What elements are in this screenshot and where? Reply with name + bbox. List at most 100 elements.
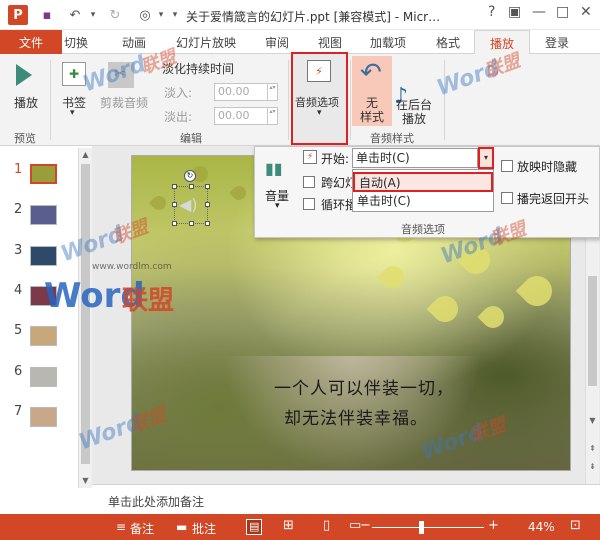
tab-playback[interactable]: 播放 [474,30,530,55]
bookmark-dropdown-icon[interactable]: ▾ [70,108,75,118]
ribbon-display-icon[interactable]: ▣ [508,4,521,20]
speaker-icon: ◀) [179,195,198,214]
scroll-down-icon[interactable]: ▼ [586,414,599,427]
resize-handle[interactable] [205,202,210,207]
undo-icon[interactable]: ↶ [66,6,84,24]
slide-leaf [377,261,409,293]
fade-duration-title: 淡化持续时间 [162,62,235,76]
save-icon[interactable]: ▪ [38,6,56,24]
ribbon-separator [444,60,445,140]
slide-thumbnail-4[interactable] [30,286,57,306]
resize-handle[interactable] [205,221,210,226]
tab-transitions[interactable]: 切换 [64,34,88,51]
fade-out-input[interactable]: 00.00 ▴▾ [214,107,278,125]
rewind-after-playing-label[interactable]: 播完返回开头 [517,190,589,207]
slide-thumbnail-5[interactable] [30,326,57,346]
option-on-click[interactable]: 单击时(C) [353,192,493,212]
notes-toggle-label[interactable]: 备注 [130,520,154,537]
slide-thumbnail-7[interactable] [30,407,57,427]
option-automatic[interactable]: 自动(A) [353,172,493,192]
scroll-down-icon[interactable]: ▼ [79,474,92,487]
undo-dropdown-icon[interactable]: ▾ [84,6,102,24]
next-slide-icon[interactable]: ⇟ [586,460,599,473]
view-reading-icon[interactable]: ▯ [320,518,336,535]
resize-handle[interactable] [189,221,194,226]
zoom-slider-knob[interactable] [419,521,424,534]
start-dropdown-list: 自动(A) 单击时(C) [352,169,494,212]
view-sorter-icon[interactable]: ⊞ [282,518,298,535]
maximize-icon[interactable]: □ [556,4,569,20]
tab-slideshow[interactable]: 幻灯片放映 [176,34,236,51]
help-icon[interactable]: ? [488,4,495,20]
notes-pane[interactable]: 单击此处添加备注 [92,484,600,514]
resize-handle[interactable] [205,184,210,189]
tab-review[interactable]: 审阅 [265,34,289,51]
notes-placeholder[interactable]: 单击此处添加备注 [108,493,204,510]
slide-poem-line-1[interactable]: 一个人可以伴装一切， [274,374,454,399]
audio-options-button[interactable]: ⚡ 音频选项 ▾ [291,52,348,145]
hide-during-show-checkbox[interactable] [501,160,513,172]
scroll-up-icon[interactable]: ▲ [79,148,92,161]
ribbon-separator [50,60,51,140]
resize-handle[interactable] [172,184,177,189]
close-icon[interactable]: ✕ [580,4,592,20]
audio-object[interactable]: ◀) [172,184,210,226]
start-dropdown-arrow-icon[interactable]: ▾ [478,147,494,169]
slide-thumbnail-6[interactable] [30,367,57,387]
tab-addins[interactable]: 加载项 [370,34,406,51]
no-style-icon: ↶ [360,58,382,88]
resize-handle[interactable] [172,221,177,226]
play-in-background-label-2[interactable]: 播放 [402,110,426,127]
rewind-after-playing-checkbox[interactable] [501,192,513,204]
fade-out-label: 淡出: [164,110,193,124]
play-icon[interactable] [16,64,32,86]
minimize-icon[interactable]: — [532,4,546,20]
fit-to-window-icon[interactable]: ⊡ [570,518,581,533]
tab-view[interactable]: 视图 [318,34,342,51]
view-normal-icon[interactable]: ▤ [246,519,262,535]
volume-icon[interactable]: ▮▮ [265,155,293,185]
play-across-slides-checkbox[interactable] [303,176,315,188]
zoom-slider-track[interactable] [372,527,484,528]
zoom-out-icon[interactable]: − [360,518,371,533]
loop-checkbox[interactable] [303,198,315,210]
ribbon-separator [288,60,289,140]
start-select[interactable]: 单击时(C) [352,148,478,168]
slide-thumbnail-1[interactable] [30,164,57,184]
previous-slide-icon[interactable]: ⇞ [586,442,599,455]
scrollbar-thumb[interactable] [588,276,597,386]
tab-animations[interactable]: 动画 [122,34,146,51]
thumbnail-number: 4 [14,283,23,298]
slide-thumbnail-3[interactable] [30,246,57,266]
fade-out-spinner-icon[interactable]: ▴▾ [267,108,277,124]
zoom-in-icon[interactable]: + [488,518,499,533]
resize-handle[interactable] [172,202,177,207]
thumbnail-scrollbar[interactable]: ▲ ▼ [78,148,92,488]
customize-toolbar-icon[interactable]: ▾ [166,6,184,24]
rotate-handle-icon[interactable]: ↻ [184,170,196,182]
no-style-button[interactable]: ↶ 无 样式 [352,56,392,126]
login-link[interactable]: 登录 [545,34,569,51]
status-bar: ≡ 备注 ▬ 批注 ▤ ⊞ ▯ ▭ − + 44% ⊡ [0,514,600,540]
zoom-level[interactable]: 44% [528,520,555,534]
trim-audio-icon: ✂ [108,62,134,88]
slide-thumbnail-2[interactable] [30,205,57,225]
play-button-label[interactable]: 播放 [14,94,38,111]
comments-icon[interactable]: ▬ [176,520,187,534]
notes-toggle-icon[interactable]: ≡ [116,520,126,534]
tab-file[interactable]: 文件 [0,30,62,54]
group-preview-label: 预览 [14,132,36,145]
scrollbar-thumb[interactable] [81,164,90,464]
hide-during-show-label[interactable]: 放映时隐藏 [517,158,577,175]
bookmark-icon[interactable]: ✚ [62,62,86,86]
redo-icon[interactable]: ↻ [106,6,124,24]
fade-in-spinner-icon[interactable]: ▴▾ [267,84,277,100]
slide-poem-line-2[interactable]: 却无法伴装幸福。 [284,404,428,429]
fade-in-input[interactable]: 00.00 ▴▾ [214,83,278,101]
thumbnail-number: 3 [14,243,23,258]
resize-handle[interactable] [189,184,194,189]
window-title: 关于爱情箴言的幻灯片.ppt [兼容模式] - Micr… [186,10,441,24]
tab-format[interactable]: 格式 [436,34,460,51]
comments-label[interactable]: 批注 [192,520,216,537]
volume-dropdown-icon[interactable]: ▾ [275,201,280,211]
